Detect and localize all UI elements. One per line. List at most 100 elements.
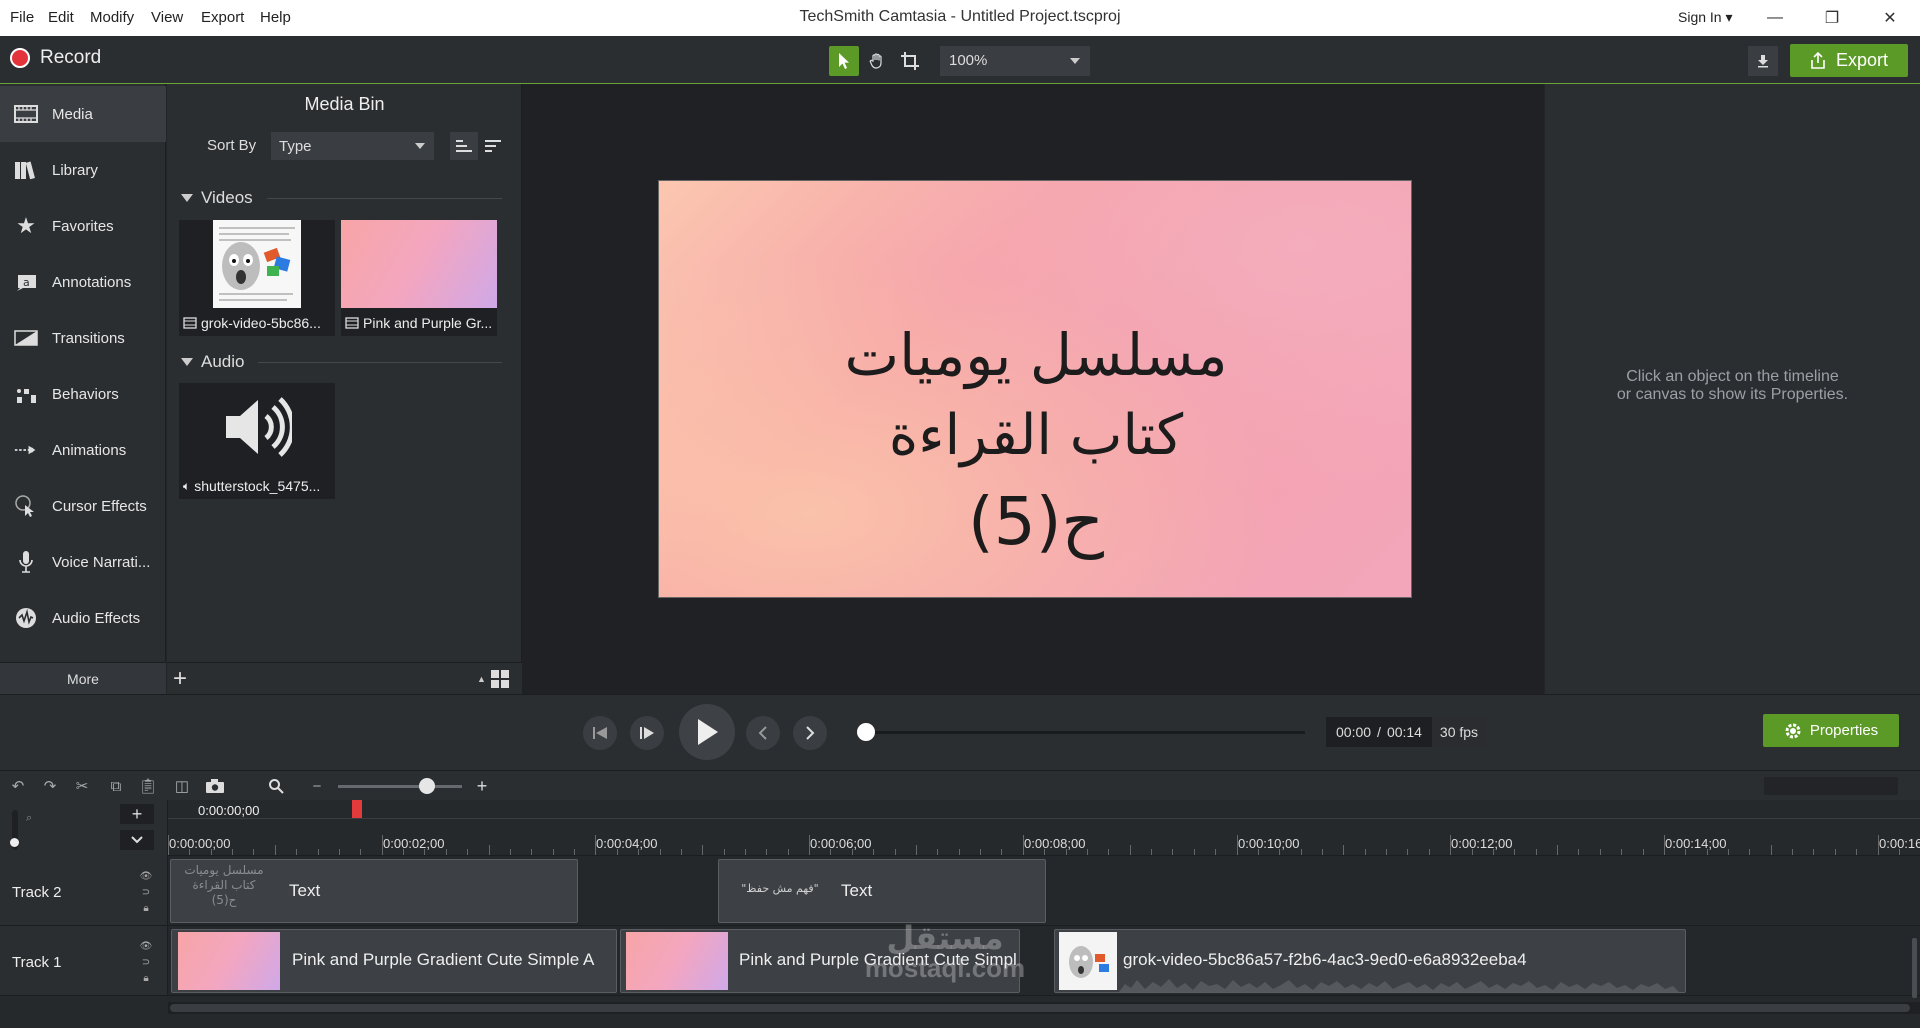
time-ruler[interactable]: 0:00:00;00 0:00:00;00 0:00:02;00 0:00:04… [168,800,1920,856]
sidebar-item-library[interactable]: Library [0,142,166,198]
ruler-tick [1364,849,1366,855]
timeline-clip-text-2[interactable]: "فهم مش حفظ" Text [718,859,1046,923]
preview-canvas[interactable]: مسلسل يوميات كتاب القراءة ح(5) [658,180,1412,598]
sidebar-item-voice-narration[interactable]: Voice Narrati... [0,534,166,590]
snapshot-button[interactable] [205,777,225,795]
scrub-bar[interactable] [865,731,1305,734]
timeline-zoom-slider[interactable] [338,785,462,788]
timeline-clip-text-1[interactable]: مسلسل يوميات كتاب القراءة ح(5) Text [170,859,578,923]
cut-button[interactable]: ✂ [72,777,92,795]
timeline-zoom-handle[interactable] [419,778,435,794]
ruler-tick [873,849,875,855]
scrub-handle[interactable] [857,723,875,741]
track-header-2[interactable]: Track 2 👁︎ ⊃ 🔒︎ [0,856,168,926]
export-button[interactable]: Export [1790,44,1908,77]
eye-icon[interactable]: 👁︎ [138,940,154,952]
menu-help[interactable]: Help [260,9,291,26]
minimize-button[interactable]: — [1760,6,1790,30]
menu-export[interactable]: Export [201,9,244,26]
sidebar-item-cursor-effects[interactable]: Cursor Effects [0,478,166,534]
split-button[interactable]: ◫ [172,777,192,795]
timeline-clip-pink-gradient-1[interactable]: Pink and Purple Gradient Cute Simple A [171,929,617,993]
menu-modify[interactable]: Modify [90,9,134,26]
grid-view-button[interactable]: ▲ [477,668,513,690]
zoom-in-button[interactable]: + [472,776,492,796]
track-options-button[interactable] [120,830,154,850]
tools-sidebar: Media Library ★ Favorites a Annotations … [0,84,166,694]
pan-tool-button[interactable] [862,46,892,76]
sidebar-item-transitions[interactable]: Transitions [0,310,166,366]
canvas-title-line-2[interactable]: كتاب القراءة [659,403,1411,468]
more-button[interactable]: More [0,662,166,694]
zoom-to-fit-button[interactable] [266,777,286,795]
media-item-name: grok-video-5bc86... [201,315,321,331]
scissors-icon: ✂ [75,778,89,795]
media-item-grok-video[interactable]: grok-video-5bc86... [179,220,335,336]
add-track-button[interactable]: + [120,804,154,824]
download-button[interactable] [1748,46,1778,76]
ruler-tick [274,845,276,855]
zoom-dropdown[interactable]: 100% [940,46,1090,76]
media-item-name: Pink and Purple Gr... [363,315,493,331]
ruler-tick [1770,845,1772,855]
zoom-out-button[interactable]: − [307,777,327,795]
media-item-pink-gradient[interactable]: Pink and Purple Gr... [341,220,497,336]
sidebar-item-behaviors[interactable]: Behaviors [0,366,166,422]
add-media-icon[interactable]: + [173,665,187,693]
sidebar-item-audio-effects[interactable]: Audio Effects [0,590,166,646]
lock-icon[interactable]: 🔒︎ [138,902,154,914]
media-bin-title: Media Bin [304,94,385,114]
sort-by-dropdown[interactable]: Type [271,132,434,160]
step-forward-button[interactable] [630,716,664,750]
sort-descending-button[interactable] [479,132,507,160]
track-lane-1[interactable]: Pink and Purple Gradient Cute Simple A P… [168,926,1920,996]
playhead-marker[interactable] [352,800,362,818]
canvas-title-line-1[interactable]: مسلسل يوميات [659,321,1411,389]
crop-tool-button[interactable] [895,46,925,76]
previous-marker-button[interactable] [746,716,780,750]
timeline-clip-grok-video[interactable]: grok-video-5bc86a57-f2b6-4ac3-9ed0-e6a89… [1054,929,1686,993]
vertical-scrollbar-thumb[interactable] [1912,938,1917,998]
menu-view[interactable]: View [151,9,183,26]
menu-edit[interactable]: Edit [48,9,74,26]
sidebar-item-animations[interactable]: Animations [0,422,166,478]
track-height-handle[interactable] [10,838,19,847]
sign-in-button[interactable]: Sign In ▾ [1678,9,1733,26]
step-back-button[interactable] [583,716,617,750]
lock-icon[interactable]: 🔒︎ [138,972,154,984]
audio-section-toggle[interactable]: Audio [181,352,244,372]
timeline-scrollbar-thumb[interactable] [170,1004,1910,1012]
undo-button[interactable]: ↶ [8,777,28,795]
track-header-1[interactable]: Track 1 👁︎ ⊃ 🔒︎ [0,926,168,996]
canvas-title-line-3[interactable]: ح(5) [659,483,1411,560]
sidebar-item-favorites[interactable]: ★ Favorites [0,198,166,254]
sidebar-item-annotations[interactable]: a Annotations [0,254,166,310]
ruler-tick [980,849,982,855]
properties-button[interactable]: Properties [1763,714,1899,747]
restore-button[interactable]: ❐ [1817,6,1847,30]
select-tool-button[interactable] [829,46,859,76]
ruler-tick [1343,845,1345,855]
magnet-icon[interactable]: ⊃ [138,886,154,898]
media-item-shutterstock-audio[interactable]: 🔈︎ shutterstock_5475... [179,383,335,499]
close-button[interactable]: ✕ [1875,6,1905,30]
menu-file[interactable]: File [10,9,34,26]
timeline-clip-pink-gradient-2[interactable]: Pink and Purple Gradient Cute Simpl [620,929,1020,993]
chevron-down-icon [131,836,143,844]
sort-ascending-button[interactable] [450,132,478,160]
eye-icon[interactable]: 👁︎ [138,870,154,882]
timeline-header-controls: ⌕ + [0,800,168,856]
copy-button[interactable]: ⧉ [106,777,126,795]
videos-section-toggle[interactable]: Videos [181,188,253,208]
paste-button[interactable]: 📋︎ [138,777,158,795]
track-lane-2[interactable]: مسلسل يوميات كتاب القراءة ح(5) Text "فهم… [168,856,1920,926]
film-strip-icon [14,102,38,126]
next-marker-button[interactable] [793,716,827,750]
ruler-tick [574,849,576,855]
timeline-overview[interactable] [1764,777,1898,795]
redo-button[interactable]: ↷ [40,777,60,795]
play-button[interactable] [679,704,735,760]
record-button[interactable]: Record [10,47,101,69]
sidebar-item-media[interactable]: Media [0,86,166,142]
magnet-icon[interactable]: ⊃ [138,956,154,968]
